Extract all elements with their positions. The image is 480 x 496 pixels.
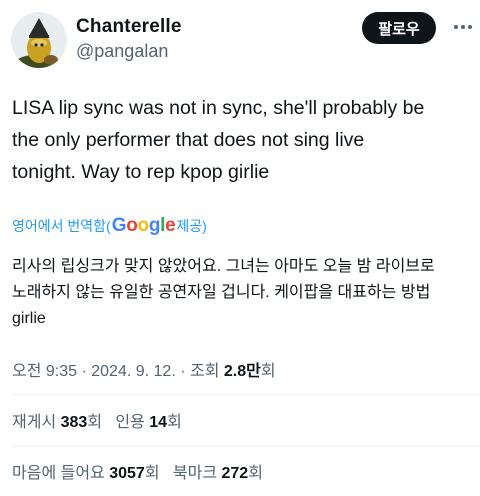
- translate-suffix: 제공): [176, 218, 207, 234]
- reposts-stat[interactable]: 재게시 383회: [12, 414, 102, 431]
- bookmarks-label: 북마크: [172, 465, 222, 482]
- more-horizontal-icon[interactable]: [450, 14, 476, 40]
- quotes-count: 14: [149, 414, 168, 431]
- tweet-header: Chanterelle @pangalan 팔로우: [0, 0, 480, 80]
- bookmarks-count: 272: [221, 465, 249, 482]
- tweet-date[interactable]: 2024. 9. 12.: [91, 363, 176, 380]
- avatar-image: [11, 12, 67, 68]
- translated-text: 리사의 립싱크가 맞지 않았어요. 그녀는 아마도 오늘 밤 라이브로 노래하지…: [12, 258, 435, 327]
- user-handle[interactable]: @pangalan: [76, 40, 168, 62]
- stats-row-2: 마음에 들어요 3057회 북마크 272회: [12, 463, 263, 485]
- reposts-count: 383: [60, 414, 88, 431]
- meta-separator: ·: [77, 363, 92, 380]
- views-label: 조회: [189, 363, 224, 380]
- display-name[interactable]: Chanterelle: [76, 16, 182, 38]
- tweet-time[interactable]: 오전 9:35: [12, 363, 77, 380]
- meta-separator: ·: [175, 363, 190, 380]
- reposts-suffix: 회: [87, 414, 103, 431]
- bookmarks-stat[interactable]: 북마크 272회: [173, 465, 263, 482]
- follow-button[interactable]: 팔로우: [362, 12, 436, 44]
- likes-stat[interactable]: 마음에 들어요 3057회: [12, 465, 160, 482]
- likes-label: 마음에 들어요: [12, 465, 110, 482]
- divider: [12, 394, 480, 395]
- translate-prefix: 영어에서 번역함(: [12, 218, 111, 234]
- avatar[interactable]: [11, 12, 67, 68]
- reposts-label: 재게시: [12, 414, 61, 431]
- google-logo: Google: [111, 215, 176, 236]
- divider: [12, 446, 480, 447]
- tweet-text: LISA lip sync was not in sync, she'll pr…: [12, 97, 425, 183]
- views-suffix: 회: [260, 363, 276, 380]
- views-count: 2.8만: [223, 363, 261, 380]
- quotes-label: 인용: [115, 414, 150, 431]
- tweet-meta: 오전 9:35 · 2024. 9. 12. · 조회 2.8만회: [12, 361, 276, 383]
- quotes-suffix: 회: [167, 414, 182, 431]
- likes-suffix: 회: [144, 465, 160, 482]
- translated-from-link[interactable]: 영어에서 번역함( Google 제공): [12, 214, 207, 238]
- stats-row-1: 재게시 383회 인용 14회: [12, 412, 182, 434]
- bookmarks-suffix: 회: [248, 465, 263, 482]
- quotes-stat[interactable]: 인용 14회: [115, 414, 181, 431]
- likes-count: 3057: [109, 465, 145, 482]
